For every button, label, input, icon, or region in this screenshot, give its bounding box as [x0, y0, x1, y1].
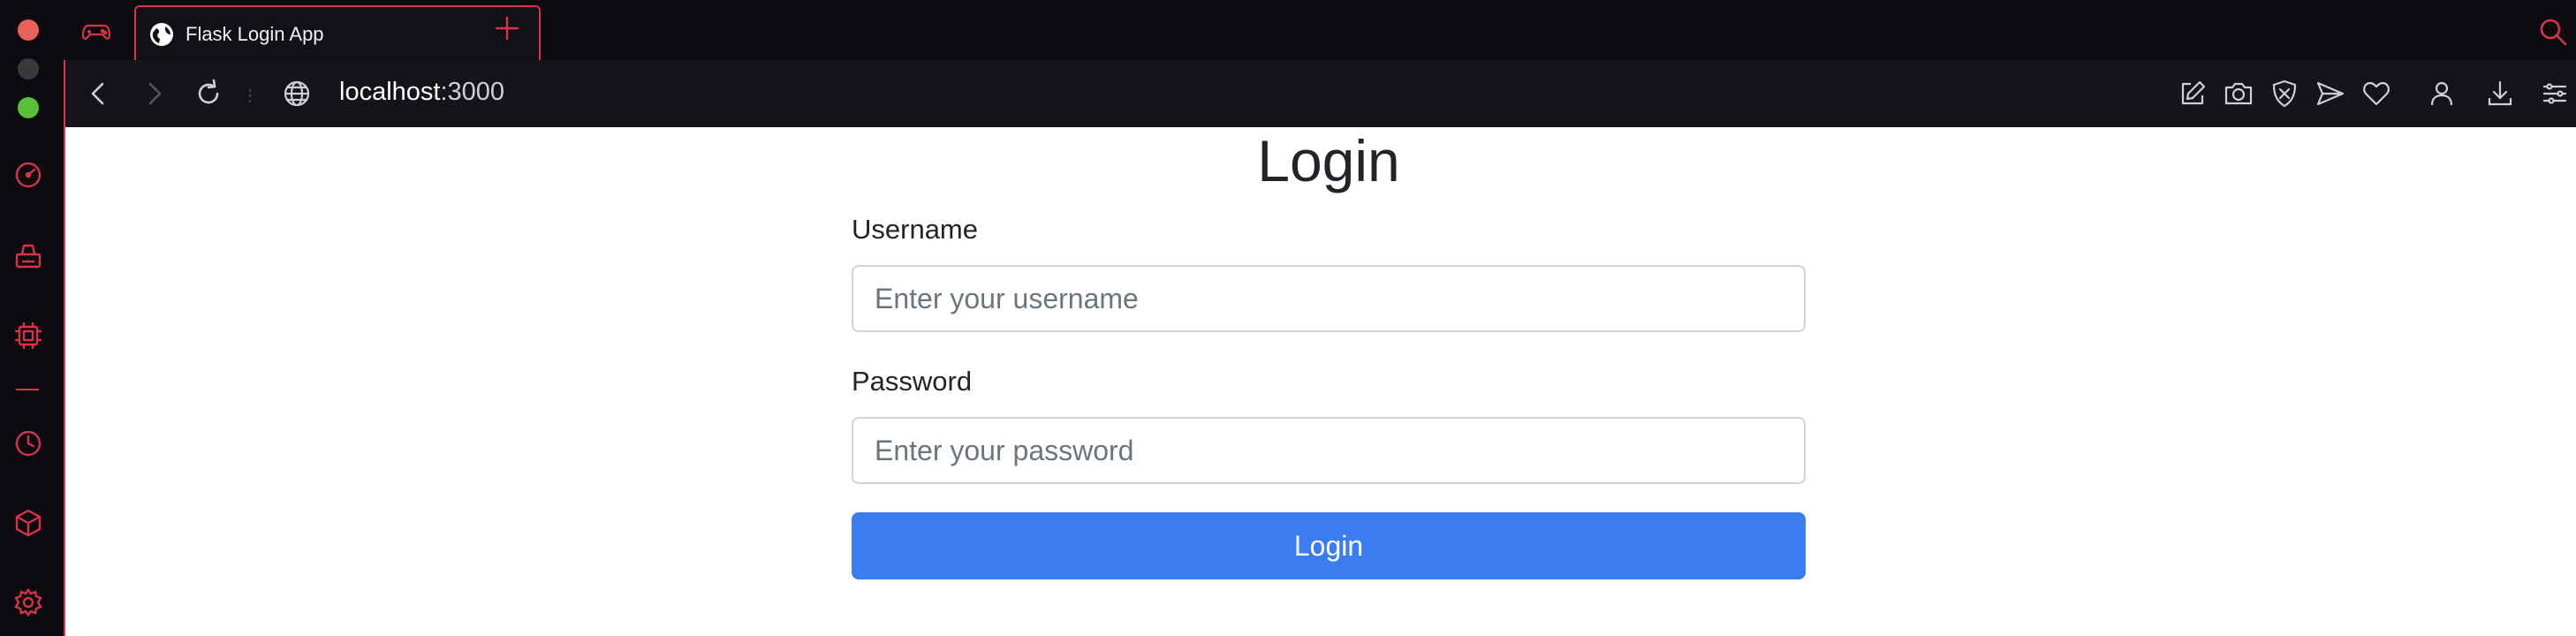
send-icon[interactable]	[2315, 78, 2346, 110]
password-label: Password	[852, 366, 973, 397]
username-label: Username	[852, 214, 978, 245]
tab-strip: Flask Login App	[64, 0, 2576, 60]
edit-page-icon[interactable]	[2177, 78, 2209, 110]
url-port: :3000	[440, 78, 505, 106]
browser-window: Flask Login App ⋮ localhost:3000 Login U…	[0, 0, 2576, 636]
toolbar-separator: ⋮	[242, 87, 260, 104]
search-tabs-icon[interactable]	[2537, 16, 2569, 48]
reload-button[interactable]	[191, 76, 226, 111]
maximize-window-button[interactable]	[18, 97, 39, 118]
tab-flask-login-app[interactable]: Flask Login App	[134, 5, 541, 60]
navigation-bar: ⋮ localhost:3000	[64, 60, 2576, 127]
speedometer-icon[interactable]	[12, 159, 44, 191]
close-window-button[interactable]	[18, 19, 39, 41]
globe-favicon-icon	[148, 21, 175, 48]
history-icon[interactable]	[12, 428, 44, 459]
chip-icon[interactable]	[12, 320, 44, 352]
download-icon[interactable]	[2484, 78, 2516, 110]
gamepad-icon[interactable]	[81, 16, 111, 46]
password-input[interactable]	[852, 417, 1806, 484]
address-bar[interactable]: localhost:3000	[339, 78, 504, 107]
shield-block-icon[interactable]	[2269, 78, 2300, 110]
sidebar	[0, 0, 64, 636]
page-title: Login	[1257, 128, 1400, 193]
profile-icon[interactable]	[2426, 78, 2458, 110]
camera-icon[interactable]	[2223, 78, 2254, 110]
forward-button[interactable]	[136, 76, 171, 111]
site-info-globe-icon[interactable]	[281, 78, 313, 110]
menu-sliders-icon[interactable]	[2539, 78, 2571, 110]
settings-icon[interactable]	[12, 587, 44, 618]
heart-icon[interactable]	[2360, 78, 2392, 110]
minimize-window-button[interactable]	[18, 58, 39, 80]
cube-icon[interactable]	[12, 507, 44, 539]
sidebar-divider	[16, 389, 39, 390]
login-button[interactable]: Login	[852, 512, 1806, 579]
url-host: localhost	[339, 78, 441, 106]
new-tab-button[interactable]	[491, 12, 523, 44]
tab-title: Flask Login App	[186, 23, 324, 45]
page-viewport: Login Username Password Login	[64, 127, 2576, 636]
back-button[interactable]	[81, 76, 117, 111]
brush-icon[interactable]	[12, 240, 44, 272]
username-input[interactable]	[852, 265, 1806, 332]
